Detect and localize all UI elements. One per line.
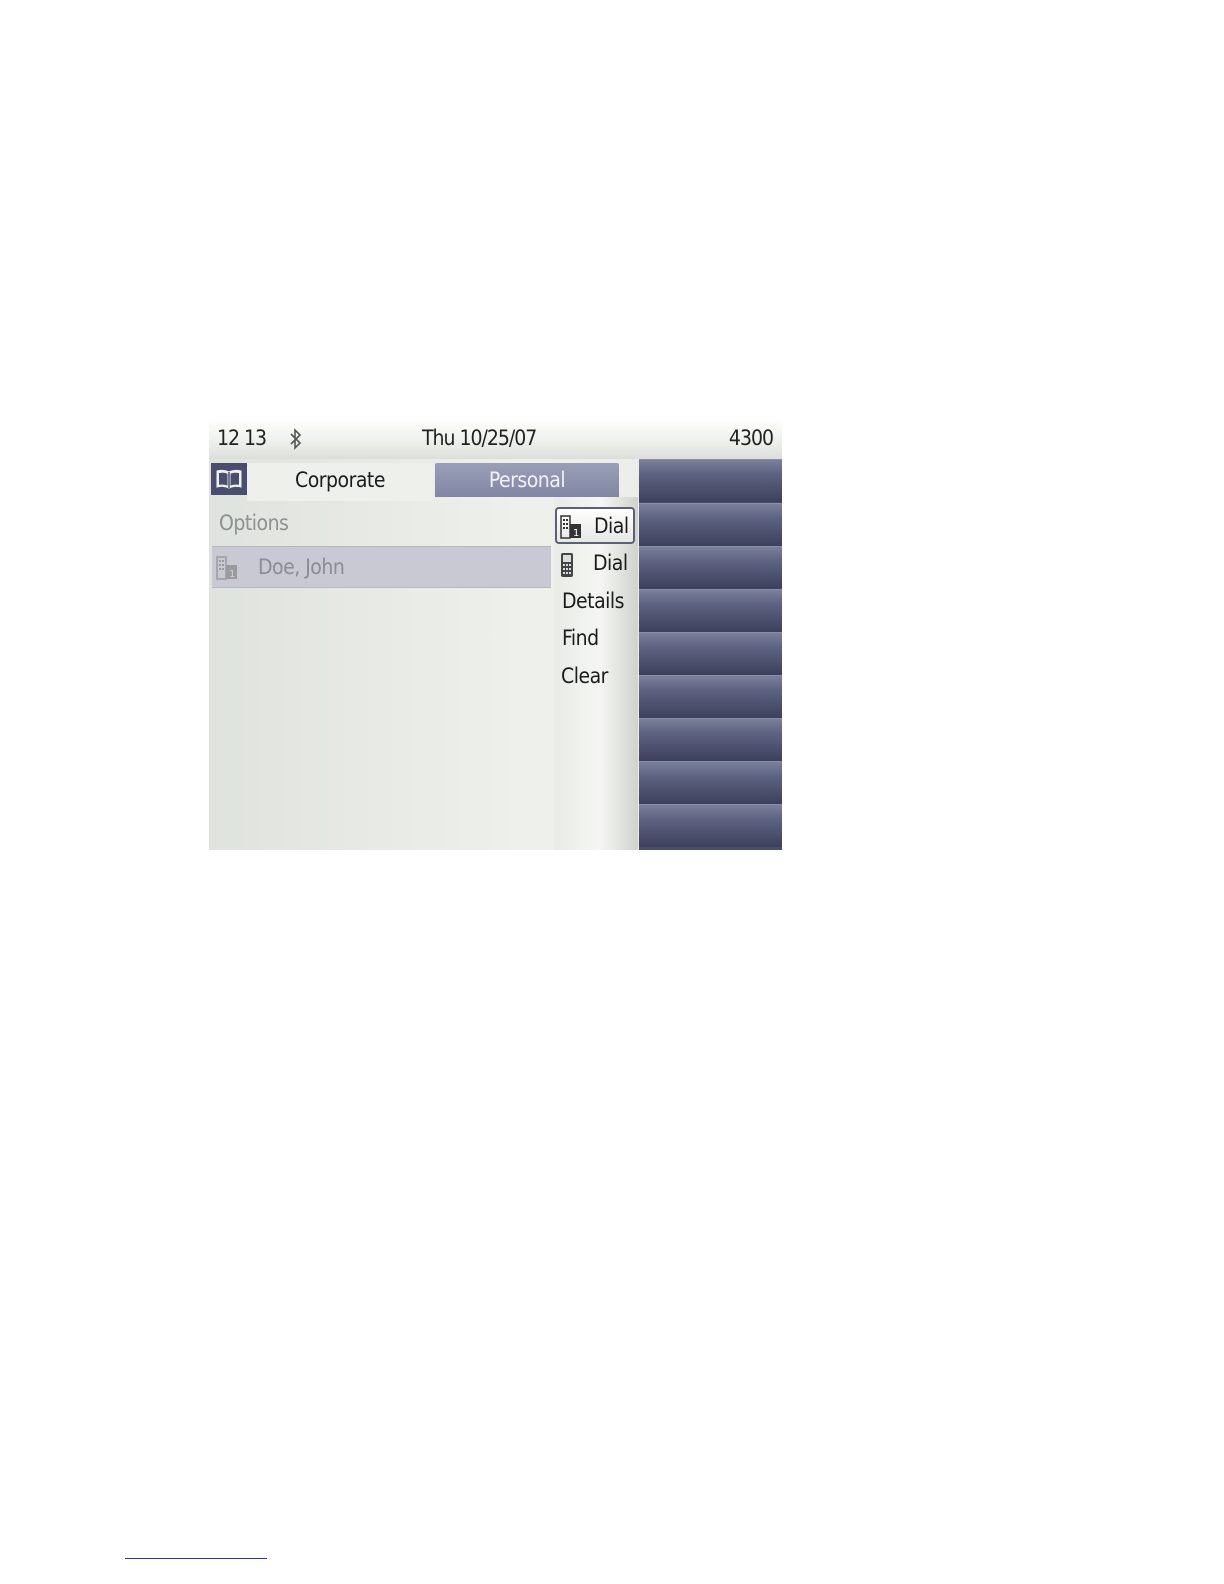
softkey-5[interactable]	[639, 632, 782, 675]
footnote-divider	[125, 1558, 267, 1559]
menu-item-label: Clear	[561, 664, 608, 688]
phone-display: 12 13 Thu 10/25/07 4300 Corporate Person…	[209, 419, 782, 850]
svg-text:1: 1	[229, 569, 235, 580]
contact-name: Doe, John	[258, 555, 345, 579]
options-heading: Options	[219, 511, 289, 535]
softkey-9[interactable]	[639, 804, 782, 847]
business-phone-icon: 1	[560, 515, 582, 544]
tab-corporate[interactable]: Corporate	[247, 463, 433, 501]
mobile-phone-icon	[559, 552, 575, 583]
softkey-3[interactable]	[639, 546, 782, 589]
menu-item-label: Find	[562, 626, 599, 650]
softkey-6[interactable]	[639, 675, 782, 718]
dial-business-button[interactable]: 1 Dial	[555, 507, 635, 544]
extension-number: 4300	[728, 426, 774, 450]
dial-mobile-button[interactable]: Dial	[554, 546, 636, 581]
clock-time: 12 13	[217, 426, 267, 450]
list-item[interactable]: 1 Doe, John	[212, 546, 551, 588]
phonebook-icon[interactable]	[211, 463, 247, 495]
bluetooth-icon	[289, 428, 303, 455]
softkey-7[interactable]	[639, 718, 782, 761]
menu-item-label: Details	[562, 589, 625, 613]
status-date: Thu 10/25/07	[422, 426, 537, 450]
softkey-8[interactable]	[639, 761, 782, 804]
details-button[interactable]: Details	[554, 584, 636, 619]
business-phone-icon: 1	[216, 556, 238, 584]
svg-text:1: 1	[573, 528, 579, 539]
context-menu: 1 Dial Dial Details Find Clear	[554, 497, 638, 850]
softkey-4[interactable]	[639, 589, 782, 632]
softkey-panel	[639, 459, 782, 850]
clear-button[interactable]: Clear	[554, 659, 636, 694]
softkey-1[interactable]	[639, 459, 782, 502]
find-button[interactable]: Find	[554, 621, 636, 656]
tab-personal[interactable]: Personal	[435, 463, 619, 497]
tab-bar: Corporate Personal	[209, 459, 639, 501]
status-bar: 12 13 Thu 10/25/07 4300	[209, 419, 782, 459]
softkey-2[interactable]	[639, 503, 782, 546]
menu-item-label: Dial	[594, 514, 629, 538]
menu-item-label: Dial	[593, 551, 628, 575]
